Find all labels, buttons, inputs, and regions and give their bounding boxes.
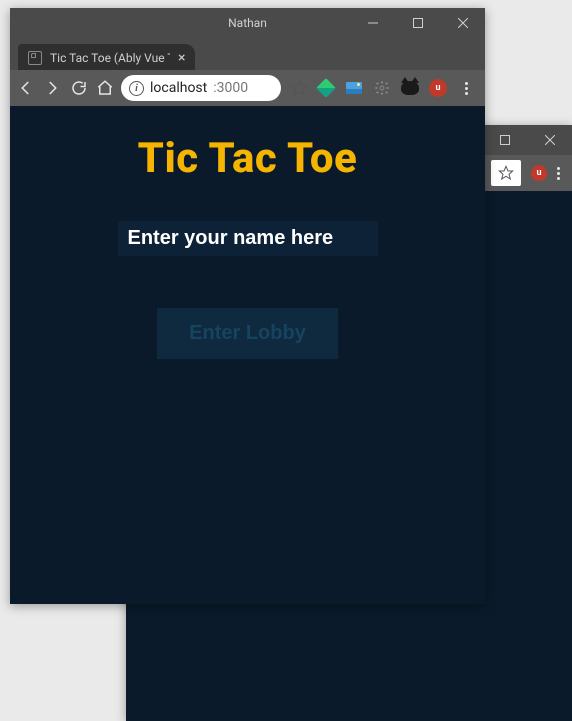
browser-menu-icon[interactable] [457, 79, 475, 97]
url-port: :3000 [213, 80, 248, 96]
home-button[interactable] [95, 76, 115, 100]
page-title: Tic Tac Toe [10, 134, 485, 183]
page-favicon-icon [28, 51, 42, 65]
tab-bar: Tic Tac Toe (Ably Vue Tut × [10, 38, 485, 70]
back-button[interactable] [16, 76, 36, 100]
name-input-wrapper [118, 221, 378, 256]
viewport: Tic Tac Toe Enter Lobby [10, 106, 485, 604]
reload-button[interactable] [69, 76, 89, 100]
extension-cat-icon[interactable] [401, 79, 419, 97]
url-host: localhost [150, 80, 207, 96]
site-info-icon[interactable]: i [129, 81, 144, 96]
minimize-button[interactable] [350, 8, 395, 38]
enter-lobby-button[interactable]: Enter Lobby [157, 308, 338, 359]
chrome-profile-name[interactable]: Nathan [228, 16, 267, 30]
bookmark-star-icon[interactable] [287, 76, 311, 100]
maximize-button[interactable] [482, 125, 527, 155]
address-bar: i localhost :3000 u [10, 70, 485, 106]
name-input[interactable] [128, 227, 368, 250]
ublock-icon[interactable]: u [531, 165, 547, 181]
bookmark-star-icon[interactable] [491, 160, 521, 186]
extension-diamond-icon[interactable] [317, 79, 335, 97]
close-window-button[interactable] [440, 8, 485, 38]
titlebar-front[interactable]: Nathan [10, 8, 485, 38]
ublock-icon[interactable]: u [429, 79, 447, 97]
url-field[interactable]: i localhost :3000 [121, 75, 281, 101]
extension-gear-icon[interactable] [373, 79, 391, 97]
browser-tab[interactable]: Tic Tac Toe (Ably Vue Tut × [18, 44, 195, 70]
browser-menu-icon[interactable] [557, 167, 560, 180]
forward-button[interactable] [42, 76, 62, 100]
close-window-button[interactable] [527, 125, 572, 155]
tab-close-icon[interactable]: × [178, 51, 185, 65]
browser-window-front: Nathan Tic Tac Toe (Ably Vue Tut × i loc… [10, 8, 485, 604]
extension-picture-icon[interactable] [345, 79, 363, 97]
maximize-button[interactable] [395, 8, 440, 38]
tab-title: Tic Tac Toe (Ably Vue Tut [50, 51, 170, 65]
